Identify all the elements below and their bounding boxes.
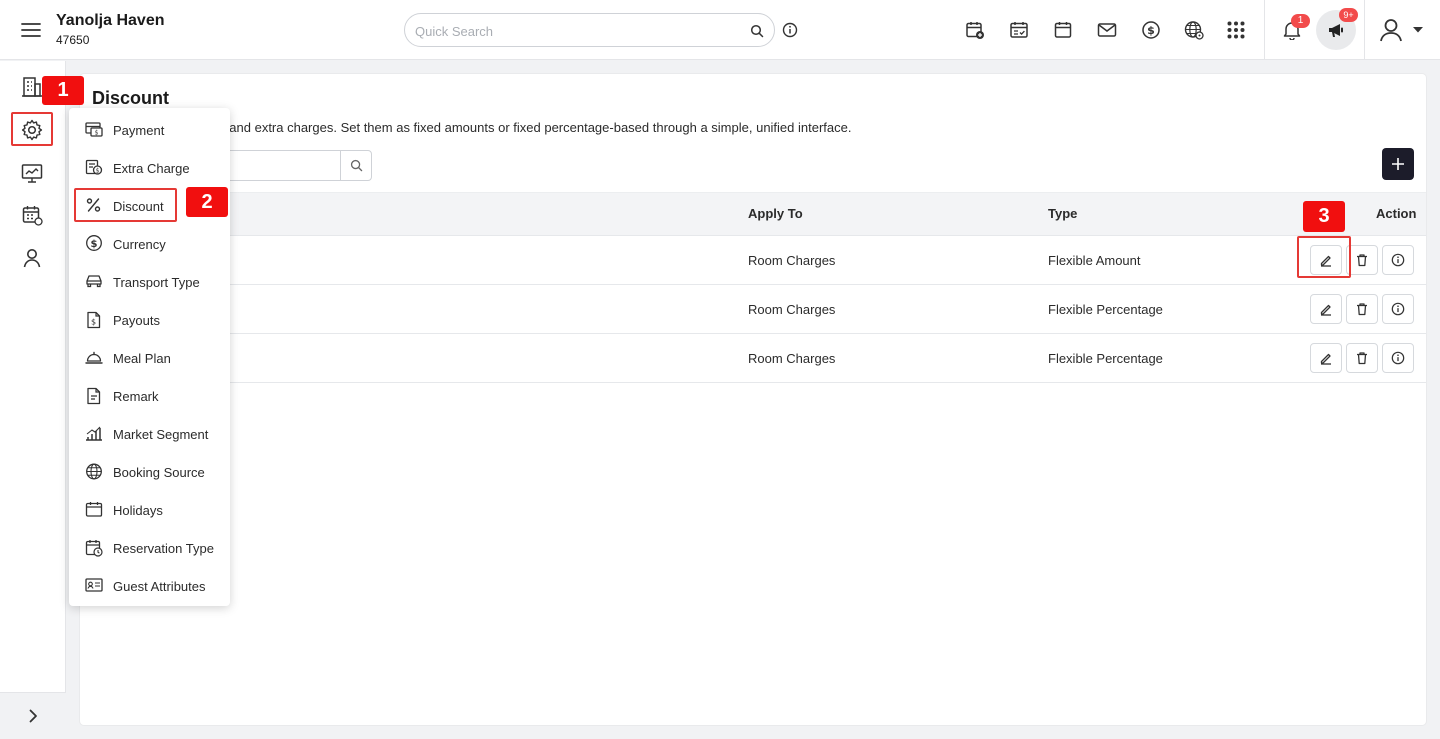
left-rail [0,61,66,739]
svg-text:$: $ [91,239,98,250]
step-callout-2: 2 [186,187,228,217]
edit-button[interactable] [1310,294,1342,324]
search-icon[interactable] [750,24,764,38]
menu-item-label: Reservation Type [113,541,214,556]
calendar-check-icon[interactable] [1009,20,1029,40]
delete-button[interactable] [1346,294,1378,324]
menu-item-label: Holidays [113,503,163,518]
globe-settings-icon[interactable] [1184,20,1204,40]
menu-item-label: Transport Type [113,275,200,290]
cell-type: Flexible Percentage [1048,351,1163,366]
megaphone-icon [1327,21,1345,39]
menu-item-label: Payouts [113,313,160,328]
extra-charge-icon: $ [85,159,103,175]
hamburger-menu-icon[interactable] [20,19,42,41]
bar-chart-icon [85,425,103,441]
chevron-right-icon [25,708,41,724]
menu-item-label: Currency [113,237,166,252]
step-callout-3: 3 [1303,201,1345,232]
menu-item-label: Payment [113,123,165,138]
list-search-button[interactable] [340,151,371,180]
calendar-clock-icon [85,539,103,557]
add-discount-button[interactable] [1382,148,1414,180]
caret-down-icon[interactable] [1412,26,1424,34]
edit-button[interactable] [1310,343,1342,373]
highlight-discount [74,188,177,222]
menu-item-transport-type[interactable]: Transport Type [69,262,230,300]
payment-icon: $ [85,121,103,137]
menu-item-booking-source[interactable]: Booking Source [69,452,230,490]
cloche-icon [85,349,103,365]
page-title: Discount [92,88,170,108]
info-button[interactable] [1382,245,1414,275]
quick-search-input[interactable] [415,20,735,42]
car-icon [85,273,103,289]
apps-grid-icon[interactable] [1226,20,1246,40]
divider [1364,0,1365,60]
menu-item-payouts[interactable]: $ Payouts [69,300,230,338]
dollar-icon[interactable]: $ [1141,20,1161,40]
menu-item-remark[interactable]: Remark [69,376,230,414]
menu-item-label: Remark [113,389,159,404]
calendar-icon [85,501,103,517]
column-header-apply-to: Apply To [748,206,803,221]
menu-item-meal-plan[interactable]: Meal Plan [69,338,230,376]
id-card-icon [85,577,103,593]
cell-apply-to: Room Charges [748,302,836,317]
cell-type: Flexible Amount [1048,253,1141,268]
divider [1264,0,1265,60]
delete-button[interactable] [1346,343,1378,373]
column-header-action: Action [1376,206,1417,221]
payouts-icon: $ [85,311,103,329]
cell-apply-to: Room Charges [748,351,836,366]
svg-text:$: $ [96,167,100,174]
mail-icon[interactable] [1097,20,1117,40]
announcements-badge: 9+ [1339,8,1358,22]
user-avatar-icon[interactable] [1378,17,1404,43]
calendar-add-icon[interactable] [965,20,985,40]
cell-type: Flexible Percentage [1048,302,1163,317]
menu-item-label: Extra Charge [113,161,190,176]
menu-item-label: Booking Source [113,465,205,480]
highlight-edit-button [1297,236,1351,278]
cell-apply-to: Room Charges [748,253,836,268]
menu-item-holidays[interactable]: Holidays [69,490,230,528]
svg-text:$: $ [1147,24,1155,37]
menu-item-market-segment[interactable]: Market Segment [69,414,230,452]
top-bar: Yanolja Haven 47650 $ 1 9+ [0,0,1440,60]
column-header-type: Type [1048,206,1078,221]
user-icon[interactable] [20,246,44,270]
menu-item-reservation-type[interactable]: Reservation Type [69,528,230,566]
info-button[interactable] [1382,294,1414,324]
quick-search [404,13,775,47]
menu-item-label: Market Segment [113,427,209,442]
highlight-settings [11,112,53,146]
menu-item-payment[interactable]: $ Payment [69,110,230,148]
document-icon [85,387,103,405]
svg-text:$: $ [95,130,99,137]
building-icon[interactable] [20,75,44,99]
calendar-grid-icon[interactable] [20,203,44,227]
menu-item-label: Meal Plan [113,351,171,366]
step-callout-1: 1 [42,76,84,105]
info-icon[interactable] [782,22,798,38]
info-button[interactable] [1382,343,1414,373]
hotel-name: Yanolja Haven [56,12,165,29]
monitor-icon[interactable] [20,161,44,185]
globe-icon [85,463,103,481]
settings-menu: $ Payment $ Extra Charge Discount $ Curr… [69,108,230,606]
menu-item-label: Guest Attributes [113,579,206,594]
hotel-code: 47650 [56,33,90,47]
menu-item-extra-charge[interactable]: $ Extra Charge [69,148,230,186]
notifications-badge: 1 [1291,14,1310,28]
calendar-icon[interactable] [1053,20,1073,40]
currency-icon: $ [85,235,103,253]
menu-item-currency[interactable]: $ Currency [69,224,230,262]
menu-item-guest-attributes[interactable]: Guest Attributes [69,566,230,604]
svg-text:$: $ [91,318,96,327]
rail-expand-button[interactable] [0,692,66,739]
